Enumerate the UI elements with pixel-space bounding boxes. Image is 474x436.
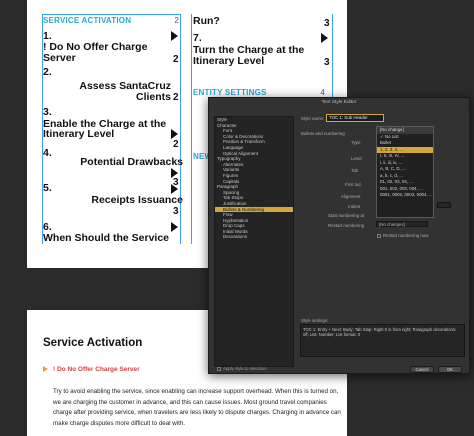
toc-entry-number: 2.	[43, 66, 52, 78]
tab-arrow-icon	[171, 184, 178, 194]
apply-style-checkbox[interactable]: Apply style to selection	[217, 366, 267, 371]
toc-section-heading: SERVICE ACTIVATION 2	[43, 16, 179, 25]
toc-page-number: 2	[173, 92, 179, 103]
toc-page-number: 3	[324, 18, 330, 29]
list-option[interactable]: 0001, 0002, 0003, 0004, ...	[377, 192, 433, 199]
bullet-triangle-icon	[43, 366, 48, 373]
tab-label: Tab	[351, 168, 359, 173]
toc-entry-text: Itinerary Level	[193, 55, 265, 67]
toc-page-number: 2	[173, 54, 179, 65]
style-settings-text: TOC 1: Entry + Next: Body; Tab Stop: Rig…	[300, 324, 465, 357]
toc-entry-number: 3.	[43, 106, 52, 118]
dialog-title: Text Style Editor	[321, 100, 357, 105]
column-guide	[191, 14, 192, 244]
restart-now-checkbox[interactable]: Restart numbering now	[377, 233, 428, 238]
toc-entry-number: 5.	[43, 182, 52, 194]
section-subheading: ! Do No Offer Charge Server	[43, 366, 140, 373]
tab-arrow-icon	[171, 222, 178, 232]
list-type-dropdown[interactable]: [No change] ✓ No List Bullet 1, 2, 3, 4, ..…	[376, 126, 434, 218]
section-title: Service Activation	[43, 337, 143, 349]
cancel-button[interactable]: Cancel	[410, 366, 434, 373]
bullets-section-label: Bullets and numbering	[301, 131, 345, 136]
toc-entry-text: Run?	[193, 15, 220, 27]
style-name-label: Style name:	[301, 116, 325, 121]
section-body-text: Try to avoid enabling the service, since…	[53, 388, 341, 427]
restart-numbering-select[interactable]: [No changes]	[376, 221, 428, 227]
indent-field[interactable]	[437, 202, 451, 208]
toc-entry-text: Server	[43, 52, 76, 64]
style-settings-label: Style settings:	[301, 318, 329, 323]
restart-numbering-label: Restart numbering	[328, 223, 365, 228]
type-label: Type	[351, 140, 361, 145]
toc-entry-text: Receipts Issuance	[91, 194, 183, 206]
toc-page-number: 3	[173, 206, 179, 217]
start-numbering-label: Start numbering at	[328, 213, 365, 218]
style-category-sidebar: Style Character Font Color & Decorations Pos…	[214, 116, 294, 367]
toc-entry-text: When Should the Service	[43, 232, 170, 244]
toc-entry-text: Potential Drawbacks	[80, 156, 183, 168]
toc-entry-number: 7.	[193, 32, 202, 44]
toc-entry-text: Itinerary Level	[43, 128, 115, 140]
text-style-editor-dialog: Text Style Editor Style Character Font Colo…	[208, 97, 470, 374]
level-label: Level	[351, 156, 362, 161]
toc-page-number: 3	[324, 57, 330, 68]
text-frame-edge	[42, 14, 180, 15]
alignment-label: Alignment	[341, 194, 361, 199]
tab-arrow-icon	[171, 31, 178, 41]
sidebar-item-decorations[interactable]: Decorations	[215, 234, 293, 240]
tab-arrow-icon	[171, 129, 178, 139]
indent-label: Indent	[348, 204, 361, 209]
ok-button[interactable]: OK	[438, 366, 462, 373]
toc-section-heading: ENTITY SETTINGS 4	[193, 88, 325, 97]
style-name-input[interactable]: TOC 1: Sub Header	[326, 114, 384, 122]
tab-arrow-icon	[321, 33, 328, 43]
toc-entry-text: Assess SantaCruz Clients	[79, 80, 171, 103]
first-indent-label: First ind.	[345, 182, 362, 187]
